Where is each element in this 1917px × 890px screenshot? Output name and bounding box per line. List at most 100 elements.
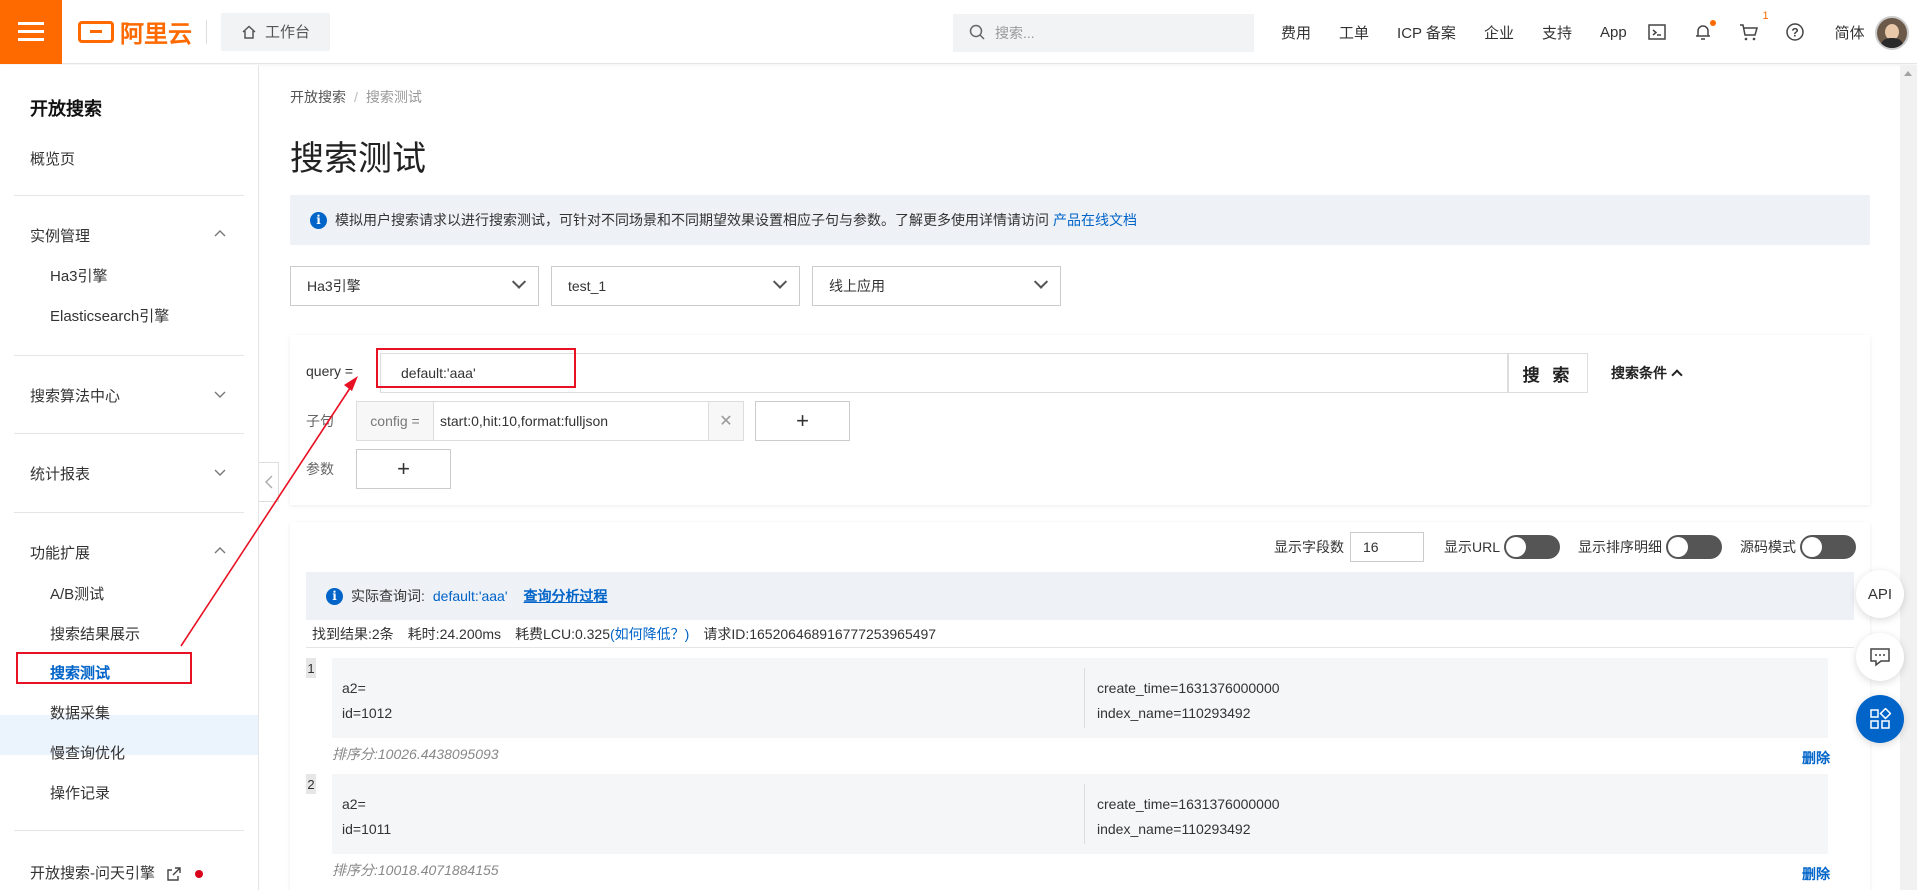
sidebar-item-wentian-label: 开放搜索-问天引擎 [30,865,155,882]
engine-select[interactable]: Ha3引擎 [290,266,539,306]
active-item-background [0,715,258,755]
nav-tickets[interactable]: 工单 [1339,22,1369,43]
add-clause-button[interactable]: + [755,401,850,441]
help-icon[interactable]: ? [1785,22,1805,42]
params-label: 参数 [306,461,334,477]
field-create-time: create_time=1631376000000 [1097,680,1280,696]
divider [14,433,244,434]
sidebar-item-overview[interactable]: 概览页 [30,148,75,169]
search-placeholder: 搜索... [995,25,1035,41]
new-dot [195,870,204,879]
result-item: 2 a2= id=1011 create_time=1631376000000 … [306,774,1854,886]
result-index: 2 [306,774,316,794]
divider [14,355,244,356]
app-select[interactable]: test_1 [551,266,800,306]
field-id: id=1012 [342,705,393,721]
show-url-toggle[interactable] [1504,535,1560,559]
query-analysis-link[interactable]: 查询分析过程 [524,586,608,606]
api-button[interactable]: API [1856,570,1904,618]
how-to-reduce-link[interactable]: (如何降低？) [610,626,689,642]
info-icon: i [310,211,327,229]
chevron-down-icon[interactable] [214,388,226,400]
language-switch[interactable]: 简体 [1835,22,1865,43]
apps-icon[interactable] [1856,695,1904,743]
top-nav-links: 费用 工单 ICP 备案 企业 支持 App 1 ? 简体 [1281,0,1865,64]
field-count-input[interactable]: 16 [1349,532,1424,562]
add-param-button[interactable]: + [356,449,451,489]
nav-icp[interactable]: ICP 备案 [1397,22,1456,43]
scroll-up-icon[interactable] [1904,71,1912,76]
menu-button[interactable] [0,0,62,64]
field-index-name: index_name=110293492 [1097,705,1251,721]
sidebar-item-operation-log[interactable]: 操作记录 [50,782,110,803]
workbench-button[interactable]: 工作台 [221,12,331,51]
page-title: 搜索测试 [290,140,426,178]
actual-query-bar: i 实际查询词: default:'aaa' 查询分析过程 [306,572,1854,620]
sidebar-group-instance[interactable]: 实例管理 [30,225,90,246]
chevron-down-icon [511,274,527,289]
info-text: 模拟用户搜索请求以进行搜索测试，可针对不同场景和不同期望效果设置相应子句与参数。… [335,212,1049,228]
sidebar-item-ab-test[interactable]: A/B测试 [50,583,104,604]
breadcrumb-root[interactable]: 开放搜索 [290,89,346,105]
main-content: 开放搜索 / 搜索测试 搜索测试 i 模拟用户搜索请求以进行搜索测试，可针对不同场景… [260,65,1900,890]
product-doc-link[interactable]: 产品在线文档 [1053,210,1137,230]
nav-support[interactable]: 支持 [1542,22,1572,43]
sidebar-item-slow-query[interactable]: 慢查询优化 [50,742,125,763]
delete-button[interactable]: 删除 [1802,748,1830,768]
sidebar-item-ha3[interactable]: Ha3引擎 [50,265,108,286]
source-mode-toggle[interactable] [1800,535,1856,559]
nav-enterprise[interactable]: 企业 [1484,22,1514,43]
sidebar-group-extensions[interactable]: 功能扩展 [30,542,90,563]
nav-app[interactable]: App [1600,24,1627,41]
sidebar-group-stats[interactable]: 统计报表 [30,463,90,484]
sidebar-group-algo[interactable]: 搜索算法中心 [30,385,120,406]
terminal-icon[interactable] [1647,22,1667,42]
hamburger-icon [18,21,44,42]
field-id: id=1011 [342,821,392,837]
result-left-fields: a2= id=1011 [342,792,391,842]
actual-query-value: default:'aaa' [432,588,508,604]
chevron-up-icon[interactable] [214,228,226,240]
env-select[interactable]: 线上应用 [812,266,1061,306]
sidebar-title: 开放搜索 [30,99,102,119]
close-icon[interactable]: ✕ [708,401,744,441]
query-label: query = [306,363,354,379]
user-avatar[interactable] [1875,16,1909,50]
found-count: 找到结果:2条 [312,625,394,642]
home-icon [241,24,257,39]
lcu-cost-value: 耗费LCU:0.325 [515,625,610,642]
chevron-up-icon[interactable] [214,545,226,557]
source-mode-label: 源码模式 [1740,539,1796,555]
aliyun-logo[interactable]: 阿里云 [78,14,192,49]
field-index-name: index_name=110293492 [1097,821,1251,837]
page-scrollbar[interactable] [1900,65,1917,890]
config-value-input[interactable]: start:0,hit:10,format:fulljson [433,401,709,441]
svg-text:?: ? [1791,26,1798,40]
cart-icon[interactable]: 1 [1739,10,1769,42]
search-button[interactable]: 搜 索 [1508,353,1588,393]
sidebar-item-result-display[interactable]: 搜索结果展示 [50,623,140,644]
sidebar-item-wentian[interactable]: 开放搜索-问天引擎 [30,862,204,883]
sidebar-item-data-collection[interactable]: 数据采集 [50,702,110,723]
show-rank-detail-toggle[interactable] [1666,535,1722,559]
annotation-box-sidebar [16,652,192,684]
result-left-fields: a2= id=1012 [342,676,392,726]
delete-button[interactable]: 删除 [1802,864,1830,884]
field-a2: a2= [342,796,366,812]
chevron-up-icon [1671,369,1683,381]
chat-icon[interactable] [1856,633,1904,681]
chevron-down-icon[interactable] [214,466,226,478]
global-search-input[interactable]: 搜索... [953,14,1254,52]
nav-fees[interactable]: 费用 [1281,22,1311,43]
sidebar-item-elasticsearch[interactable]: Elasticsearch引擎 [50,305,169,326]
divider [14,830,244,831]
rank-score: 排序分:10026.4438095093 [332,746,499,762]
result-panel: 显示字段数 16 显示URL 显示排序明细 源码模式 i 实际查询词: defa… [290,522,1870,890]
bell-icon[interactable] [1693,20,1716,42]
search-conditions-toggle[interactable]: 搜索条件 [1611,363,1683,383]
elapsed-time: 耗时:24.200ms [407,625,502,642]
result-index: 1 [306,658,316,678]
show-rank-detail-label: 显示排序明细 [1578,539,1662,555]
result-right-fields: create_time=1631376000000 index_name=110… [1097,792,1280,842]
api-label: API [1867,585,1893,603]
